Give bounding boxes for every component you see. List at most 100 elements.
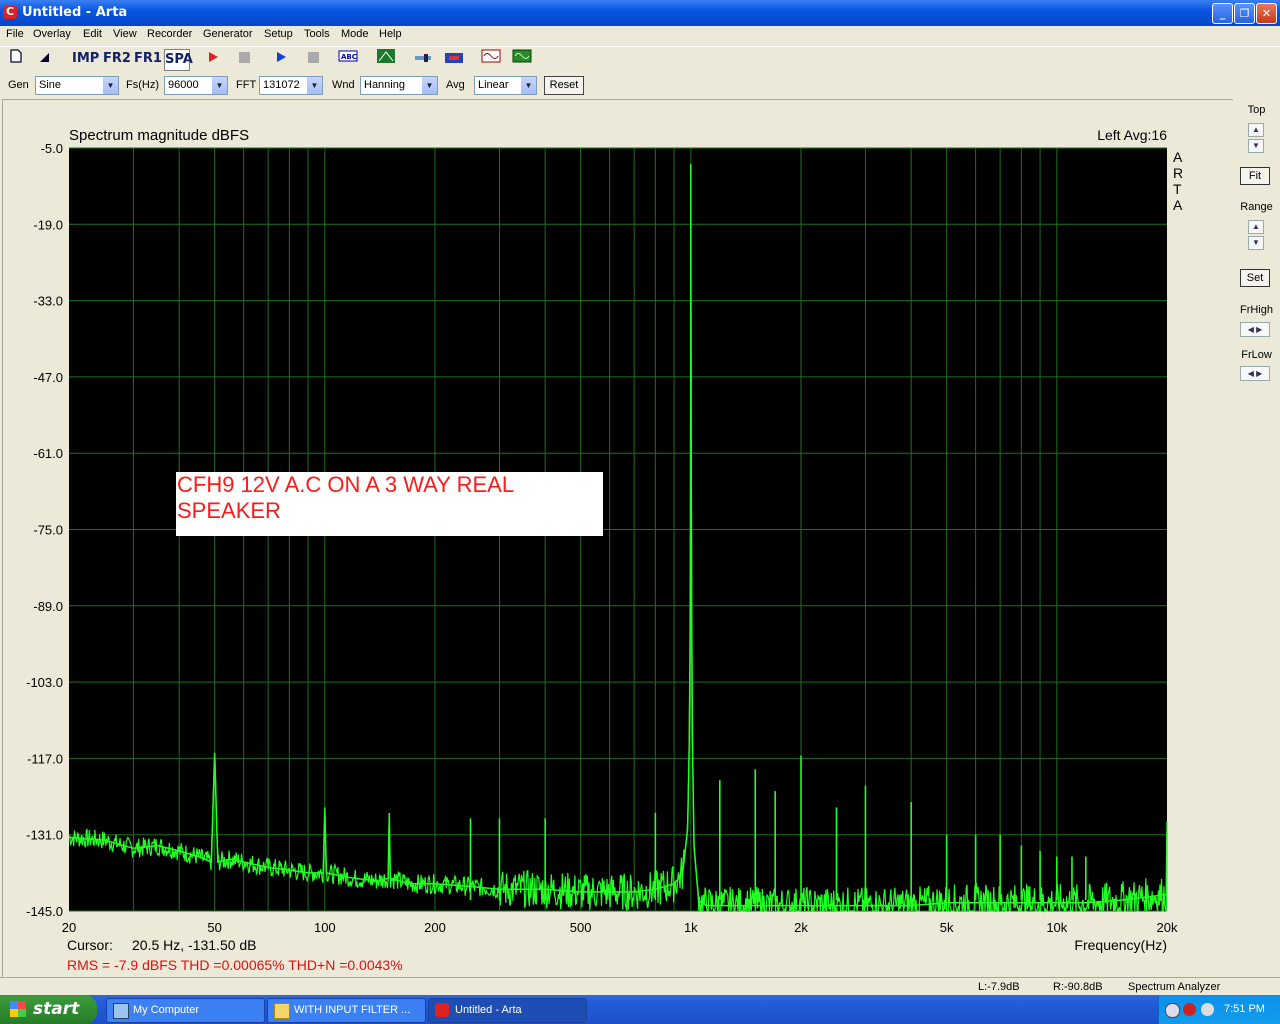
menu-file[interactable]: File <box>6 28 24 40</box>
tray-arrow-icon[interactable] <box>1165 1003 1180 1018</box>
chevron-down-icon[interactable]: ▼ <box>422 77 437 94</box>
chevron-down-icon[interactable]: ▼ <box>103 77 118 94</box>
menu-view[interactable]: View <box>113 28 137 40</box>
x-tick-label: 200 <box>424 920 446 935</box>
y-tick-label: -103.0 <box>26 675 63 690</box>
frhigh-spinner[interactable]: ◀ ▶ <box>1240 322 1270 337</box>
antivirus-icon[interactable] <box>1201 1003 1214 1016</box>
minimize-button[interactable]: _ <box>1212 3 1233 24</box>
menu-edit[interactable]: Edit <box>83 28 102 40</box>
menu-help[interactable]: Help <box>379 28 402 40</box>
fr2-mode-button[interactable]: FR2 <box>103 49 131 69</box>
side-panel: Top ▲ ▼ Fit Range ▲ ▼ Set FrHigh ◀ ▶ FrL… <box>1233 99 1280 977</box>
start-button[interactable]: start <box>0 995 97 1024</box>
impulse-mode-button[interactable]: IMP <box>72 49 99 69</box>
color-bar-icon[interactable] <box>443 49 465 69</box>
computer-icon <box>113 1003 129 1019</box>
avg-select[interactable]: Linear ▼ <box>474 76 537 95</box>
menu-setup[interactable]: Setup <box>264 28 293 40</box>
measurement-readout: RMS = -7.9 dBFS THD =0.00065% THD+N =0.0… <box>67 957 403 973</box>
scale-icon[interactable] <box>412 49 434 69</box>
y-tick-label: -145.0 <box>26 904 63 919</box>
title-bar: C Untitled - Arta _ ❐ ✕ <box>0 0 1280 26</box>
text-label-icon[interactable]: ABC <box>337 49 359 69</box>
gen-value: Sine <box>39 79 62 91</box>
x-tick-label: 50 <box>207 920 221 935</box>
x-tick-label: 1k <box>684 920 698 935</box>
gen-stop-icon[interactable] <box>302 49 324 69</box>
status-bar: L:-7.9dB R:-90.8dB Spectrum Analyzer <box>0 977 1280 996</box>
y-tick-label: -117.0 <box>27 751 63 766</box>
channel-info: Left Avg:16 <box>1097 127 1167 143</box>
signal-generator-icon[interactable] <box>480 49 502 69</box>
status-left-level: L:-7.9dB <box>978 981 1020 993</box>
maximize-button[interactable]: ❐ <box>1234 3 1255 24</box>
fs-label: Fs(Hz) <box>126 79 159 91</box>
x-tick-label: 10k <box>1046 920 1067 935</box>
wnd-label: Wnd <box>332 79 355 91</box>
chevron-down-icon[interactable]: ▼ <box>521 77 536 94</box>
top-label: Top <box>1247 104 1266 116</box>
task-label: Untitled - Arta <box>455 1004 522 1016</box>
task-folder[interactable]: WITH INPUT FILTER ... <box>267 998 426 1023</box>
fr1-mode-button[interactable]: FR1 <box>134 49 162 69</box>
arta-brand-letter: R <box>1173 165 1183 181</box>
toolbar: IMP FR2 FR1 SPA ABC <box>0 46 1280 73</box>
new-file-icon[interactable] <box>5 49 27 69</box>
x-tick-label: 100 <box>314 920 336 935</box>
record-play-icon[interactable] <box>202 49 224 69</box>
shield-icon[interactable] <box>1183 1003 1196 1016</box>
menu-mode[interactable]: Mode <box>341 28 369 40</box>
frhigh-label: FrHigh <box>1239 304 1273 316</box>
chevron-down-icon[interactable]: ▼ <box>212 77 227 94</box>
fs-select[interactable]: 96000 ▼ <box>164 76 228 95</box>
fft-select[interactable]: 131072 ▼ <box>259 76 323 95</box>
fit-button[interactable]: Fit <box>1240 167 1270 185</box>
menu-generator[interactable]: Generator <box>203 28 253 40</box>
arta-brand-letter: T <box>1173 181 1182 197</box>
system-tray: 7:51 PM <box>1158 995 1280 1024</box>
set-button[interactable]: Set <box>1240 269 1270 287</box>
windows-logo-icon <box>10 1001 26 1017</box>
x-tick-label: 2k <box>794 920 808 935</box>
gen-select[interactable]: Sine ▼ <box>35 76 119 95</box>
y-tick-label: -75.0 <box>33 523 63 538</box>
y-tick-label: -33.0 <box>33 294 63 309</box>
overlay-icon[interactable] <box>375 49 397 69</box>
y-tick-label: -19.0 <box>33 217 63 232</box>
close-button[interactable]: ✕ <box>1256 3 1277 24</box>
y-tick-label: -131.0 <box>26 828 63 843</box>
top-down-icon[interactable]: ▼ <box>1248 139 1264 153</box>
task-arta[interactable]: Untitled - Arta <box>428 998 587 1023</box>
frlow-label: FrLow <box>1241 349 1272 361</box>
top-up-icon[interactable]: ▲ <box>1248 123 1264 137</box>
menu-tools[interactable]: Tools <box>304 28 330 40</box>
menu-recorder[interactable]: Recorder <box>147 28 192 40</box>
gen-play-icon[interactable] <box>270 49 292 69</box>
chevron-down-icon[interactable]: ▼ <box>307 77 322 94</box>
folder-icon <box>274 1003 290 1019</box>
fft-value: 131072 <box>263 79 300 91</box>
range-down-icon[interactable]: ▼ <box>1248 236 1264 250</box>
annotation-line-1: CFH9 12V A.C ON A 3 WAY REAL <box>177 472 514 497</box>
task-my-computer[interactable]: My Computer <box>106 998 265 1023</box>
open-file-icon[interactable] <box>33 49 55 69</box>
clock: 7:51 PM <box>1224 1003 1265 1015</box>
reset-button[interactable]: Reset <box>544 76 584 95</box>
arta-app-icon[interactable]: C <box>3 5 17 19</box>
scope-icon[interactable] <box>511 49 533 69</box>
spectrum-chart[interactable]: -5.0 -19.0 -33.0 -47.0 -61.0 -75.0 -89.0 -103.0… <box>3 100 1233 978</box>
wnd-select[interactable]: Hanning ▼ <box>360 76 438 95</box>
spa-mode-button[interactable]: SPA <box>164 49 193 71</box>
cursor-label: Cursor: <box>67 937 113 953</box>
control-bar: Gen Sine ▼ Fs(Hz) 96000 ▼ FFT 131072 ▼ Wnd … <box>0 73 1280 98</box>
menu-overlay[interactable]: Overlay <box>33 28 71 40</box>
avg-value: Linear <box>478 79 509 91</box>
plot-window: -5.0 -19.0 -33.0 -47.0 -61.0 -75.0 -89.0 -103.0… <box>2 99 1234 979</box>
avg-label: Avg <box>446 79 465 91</box>
record-stop-icon[interactable] <box>233 49 255 69</box>
gen-label: Gen <box>8 79 29 91</box>
range-up-icon[interactable]: ▲ <box>1248 220 1264 234</box>
frlow-spinner[interactable]: ◀ ▶ <box>1240 366 1270 381</box>
y-tick-label: -89.0 <box>33 599 63 614</box>
